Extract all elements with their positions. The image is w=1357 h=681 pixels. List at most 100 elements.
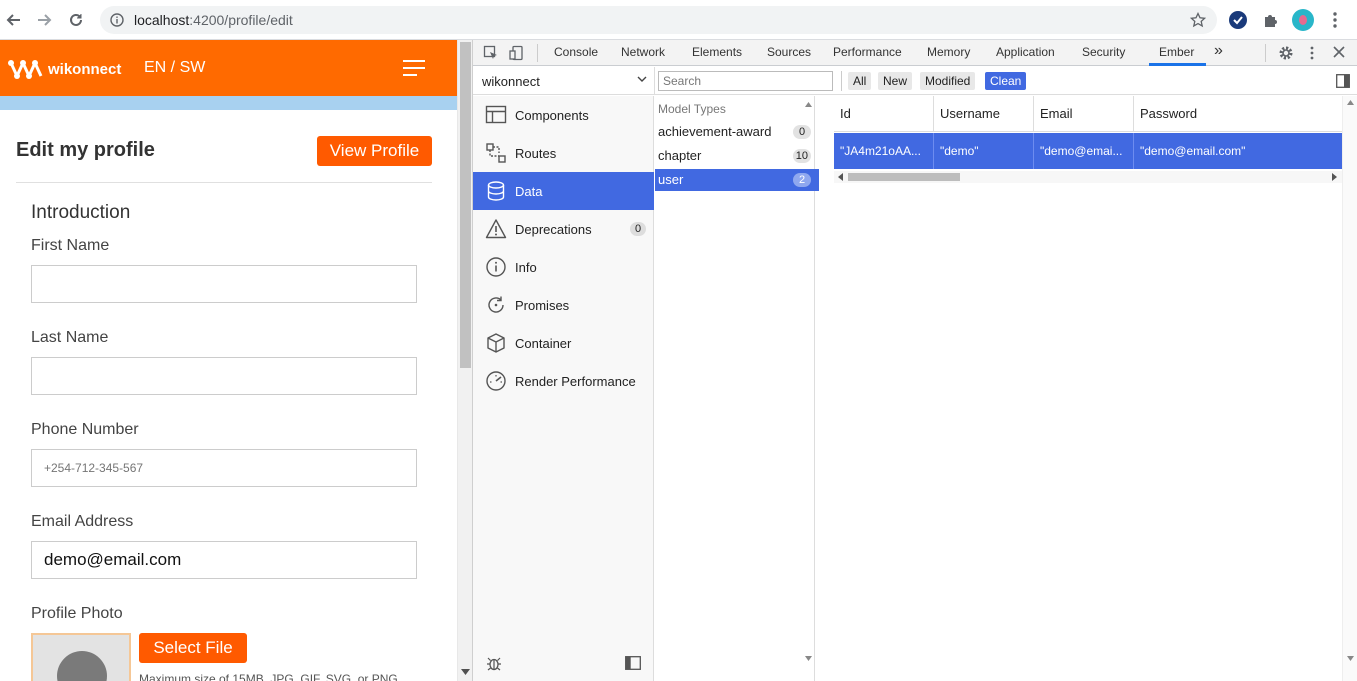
panel-toggle-icon [625, 656, 641, 670]
more-tabs-icon[interactable]: » [1214, 42, 1223, 60]
back-arrow-icon[interactable] [2, 8, 26, 32]
extension-check-icon[interactable] [1229, 11, 1247, 29]
phone-field[interactable] [31, 449, 417, 487]
tab-security[interactable]: Security [1082, 45, 1125, 59]
url-text: localhost:4200/profile/edit [134, 12, 293, 28]
render-performance-icon [486, 371, 506, 391]
filter-all[interactable]: All [848, 72, 872, 90]
view-profile-button[interactable]: View Profile [317, 136, 432, 166]
reload-icon[interactable] [64, 8, 88, 32]
forward-arrow-icon[interactable] [32, 8, 56, 32]
column-header-password[interactable]: Password [1134, 96, 1342, 132]
tab-elements[interactable]: Elements [692, 45, 742, 59]
bug-icon [487, 657, 501, 671]
column-header-username[interactable]: Username [934, 96, 1034, 132]
toggle-inspector-icon[interactable] [1336, 74, 1350, 88]
url-host: localhost [134, 12, 190, 28]
url-path: :4200/profile/edit [189, 12, 293, 28]
active-tab-indicator [1149, 63, 1206, 66]
puzzle-icon[interactable] [1262, 11, 1280, 29]
model-count-badge: 10 [792, 149, 811, 163]
tab-sources[interactable]: Sources [767, 45, 811, 59]
filter-modified[interactable]: Modified [920, 72, 976, 90]
close-icon[interactable] [1332, 45, 1346, 59]
star-icon[interactable] [1190, 12, 1206, 28]
tab-network[interactable]: Network [621, 45, 665, 59]
brand-logo[interactable]: wikonnect [8, 58, 121, 80]
sidebar-item-data[interactable]: Data [473, 172, 654, 210]
filter-new[interactable]: New [878, 72, 913, 90]
model-name: chapter [658, 148, 702, 163]
table-cell-username[interactable]: "demo" [934, 133, 1034, 169]
browser-toolbar: localhost:4200/profile/edit [0, 0, 1357, 40]
ember-toolbar: wikonnect All New Modified Clean [473, 67, 1357, 95]
divider [16, 182, 432, 183]
profile-photo-label: Profile Photo [31, 605, 123, 622]
model-count-badge: 0 [793, 125, 811, 139]
model-type-chapter[interactable]: chapter 10 [655, 145, 819, 167]
sidebar-item-components[interactable]: Components [473, 96, 654, 134]
model-types-header: Model Types [658, 102, 726, 116]
scroll-thumb[interactable] [848, 173, 960, 181]
tab-performance[interactable]: Performance [833, 45, 902, 59]
sidebar-item-label: Container [515, 335, 572, 351]
page-title: Edit my profile [16, 139, 155, 161]
tab-memory[interactable]: Memory [927, 45, 970, 59]
table-cell-email[interactable]: "demo@emai... [1034, 133, 1134, 169]
table-cell-password[interactable]: "demo@email.com" [1134, 133, 1342, 169]
sidebar-item-deprecations[interactable]: Deprecations 0 [473, 210, 654, 248]
wikonnect-logo-icon [8, 60, 43, 79]
components-icon [485, 105, 507, 124]
model-name: achievement-award [658, 124, 772, 139]
sidebar-item-label: Routes [515, 145, 557, 161]
ember-sidebar: Components Routes Data Deprecations 0 In… [473, 96, 654, 681]
horizontal-scrollbar[interactable] [834, 171, 1342, 183]
first-name-label: First Name [31, 237, 110, 254]
tab-application[interactable]: Application [996, 45, 1055, 59]
model-name: user [658, 172, 684, 187]
sidebar-item-info[interactable]: Info [473, 248, 654, 286]
container-icon [487, 333, 505, 353]
sidebar-item-container[interactable]: Container [473, 324, 654, 362]
table-cell-id[interactable]: "JA4m21oAA... [834, 133, 934, 169]
tab-console[interactable]: Console [554, 45, 598, 59]
inspect-icon[interactable] [483, 45, 499, 61]
column-header-id[interactable]: Id [834, 96, 934, 132]
app-viewport: wikonnect EN / SW Edit my profile View P… [0, 40, 457, 681]
menu-icon[interactable] [403, 60, 425, 76]
info-icon [486, 257, 506, 277]
select-file-button[interactable]: Select File [139, 633, 247, 663]
sidebar-item-render-performance[interactable]: Render Performance [473, 362, 654, 400]
app-selector[interactable]: wikonnect [482, 74, 540, 89]
first-name-field[interactable] [31, 265, 417, 303]
sidebar-item-label: Render Performance [515, 373, 636, 389]
model-type-user[interactable]: user 2 [655, 169, 819, 191]
email-label: Email Address [31, 513, 134, 530]
brand-name: wikonnect [48, 60, 122, 78]
filter-clean[interactable]: Clean [985, 72, 1027, 90]
address-bar[interactable]: localhost:4200/profile/edit [100, 6, 1217, 34]
search-input[interactable] [658, 71, 833, 91]
column-header-email[interactable]: Email [1034, 96, 1134, 132]
info-icon[interactable] [110, 13, 124, 27]
scroll-thumb[interactable] [460, 42, 471, 368]
sidebar-item-label: Data [515, 183, 543, 199]
deprecations-count-badge: 0 [630, 222, 646, 236]
model-type-achievement-award[interactable]: achievement-award 0 [655, 121, 819, 143]
sidebar-item-label: Deprecations [515, 221, 592, 237]
app-scrollbar[interactable] [457, 40, 472, 681]
last-name-field[interactable] [31, 357, 417, 395]
scroll-down-icon [461, 669, 470, 675]
email-field[interactable] [31, 541, 417, 579]
gear-icon[interactable] [1278, 45, 1294, 61]
more-vert-icon[interactable] [1330, 11, 1340, 29]
sidebar-item-promises[interactable]: Promises [473, 286, 654, 324]
language-switcher[interactable]: EN / SW [144, 59, 205, 77]
vertical-scrollbar[interactable] [1342, 96, 1357, 681]
devtools-menu-icon[interactable] [1309, 45, 1315, 61]
devtools-panel: Console Network Elements Sources Perform… [472, 40, 1357, 681]
avatar[interactable] [1292, 9, 1314, 31]
sidebar-item-routes[interactable]: Routes [473, 134, 654, 172]
device-toggle-icon[interactable] [509, 45, 525, 61]
tab-ember[interactable]: Ember [1159, 45, 1194, 59]
